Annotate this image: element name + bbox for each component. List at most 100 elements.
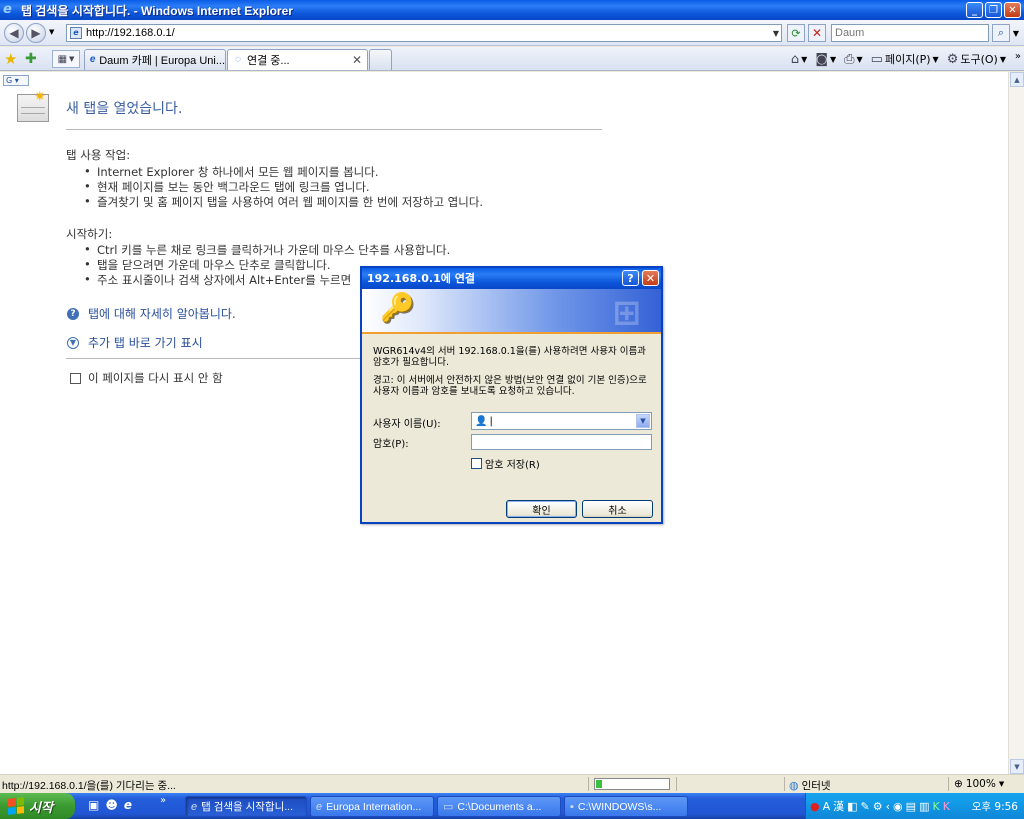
ie-icon: e: [191, 800, 198, 813]
messenger-icon[interactable]: ☻: [105, 798, 118, 812]
progress-bar: [594, 778, 670, 790]
tray-app-icon[interactable]: ⚙: [873, 800, 883, 813]
dialog-warning: 경고: 이 서버에서 안전하지 않은 방법(보안 연결 없이 기본 인증)으로 …: [373, 375, 647, 397]
refresh-button[interactable]: ⟳: [787, 24, 805, 42]
maximize-button[interactable]: ❐: [985, 2, 1002, 18]
username-field[interactable]: 👤 ▼: [471, 412, 652, 430]
google-toolbar-icon[interactable]: G ▾: [3, 75, 29, 86]
username-dropdown-icon[interactable]: ▼: [636, 414, 650, 428]
forward-button[interactable]: ▶: [26, 23, 46, 43]
tray-app-icon[interactable]: ◧: [847, 800, 857, 813]
ie-icon[interactable]: e: [124, 798, 132, 812]
address-dropdown-icon[interactable]: ▼: [770, 25, 782, 41]
zone-label: 인터넷: [801, 780, 831, 792]
input-mode-icon[interactable]: A: [823, 800, 831, 813]
tab-bar: ★ ✚ ▦ ▼ e Daum 카페 | Europa Uni... ◌ 연결 중.…: [0, 47, 1024, 71]
new-tab-icon: ✷: [17, 89, 49, 122]
dont-show-again-label: 이 페이지를 다시 표시 안 함: [88, 371, 223, 385]
tab-close-icon[interactable]: ✕: [352, 53, 362, 67]
security-zone[interactable]: ◍ 인터넷: [789, 778, 831, 793]
ie-page-icon: e: [89, 54, 96, 65]
username-input[interactable]: [489, 415, 636, 427]
scroll-down-icon[interactable]: ▼: [1010, 759, 1024, 774]
progress-fill: [596, 780, 602, 788]
window-titlebar[interactable]: e 탭 검색을 시작합니다. - Windows Internet Explor…: [0, 0, 1024, 20]
expand-icon: ▼: [67, 336, 79, 349]
search-input[interactable]: [832, 25, 988, 41]
hanja-icon[interactable]: 漢: [833, 798, 844, 814]
show-shortcuts-link[interactable]: ▼ 추가 탭 바로 가기 표시: [67, 334, 203, 351]
dialog-close-button[interactable]: ✕: [642, 270, 659, 286]
rss-icon: ◙: [815, 51, 828, 67]
address-input[interactable]: [86, 27, 781, 39]
tab-daum-cafe[interactable]: e Daum 카페 | Europa Uni...: [84, 49, 226, 70]
tab-connecting[interactable]: ◌ 연결 중... ✕: [227, 49, 368, 70]
clock: 오후 9:56: [971, 801, 1018, 813]
page-heading: 새 탭을 열었습니다.: [66, 101, 183, 117]
ime-icon[interactable]: ●: [810, 800, 820, 813]
ok-button[interactable]: 확인: [506, 500, 577, 518]
tray-app-icon[interactable]: ▥: [919, 800, 929, 813]
back-button[interactable]: ◀: [4, 23, 24, 43]
vertical-scrollbar[interactable]: ▲ ▼: [1008, 72, 1024, 774]
tools-menu-label: 도구(O): [960, 53, 998, 66]
password-input[interactable]: [472, 435, 651, 449]
new-tab-button[interactable]: [369, 49, 392, 70]
tray-app-icon[interactable]: ▤: [906, 800, 916, 813]
zoom-icon: ⊕: [954, 778, 963, 790]
taskbar-item[interactable]: e탭 검색을 시작합니...: [185, 796, 307, 817]
page-icon: e: [70, 27, 82, 39]
show-shortcuts-label: 추가 탭 바로 가기 표시: [88, 336, 203, 350]
username-label: 사용자 이름(U):: [373, 419, 441, 430]
list-item: Internet Explorer 창 하나에서 모든 웹 페이지를 봅니다.: [84, 164, 378, 180]
favorites-star-icon[interactable]: ★: [4, 51, 17, 67]
login-dialog: 192.168.0.1에 연결 ? ✕ 🔑 ⊞ WGR614v4의 서버 192…: [360, 266, 663, 524]
print-button[interactable]: ⎙ ▼: [844, 52, 863, 67]
tray-app-icon[interactable]: K: [943, 800, 950, 813]
grid-icon: ▦: [57, 53, 68, 65]
search-box[interactable]: [831, 24, 989, 42]
history-dropdown-icon[interactable]: ▼: [49, 28, 54, 36]
dont-show-again-option[interactable]: 이 페이지를 다시 표시 안 함: [70, 370, 223, 386]
cancel-button[interactable]: 취소: [582, 500, 653, 518]
taskbar-item[interactable]: e Europa Internation...: [310, 796, 434, 817]
tray-app-icon[interactable]: K: [932, 800, 939, 813]
task-label: C:\WINDOWS\s...: [577, 800, 662, 813]
close-button[interactable]: ✕: [1004, 2, 1021, 18]
password-field[interactable]: [471, 434, 652, 450]
address-bar[interactable]: e: [66, 24, 782, 42]
dont-show-again-checkbox[interactable]: [70, 372, 81, 384]
tab-label: 연결 중...: [247, 55, 290, 67]
zoom-control[interactable]: ⊕ 100% ▼: [954, 778, 1004, 790]
learn-more-link[interactable]: ? 탭에 대해 자세히 알아봅니다.: [67, 305, 236, 322]
taskbar-item[interactable]: ▭ C:\Documents a...: [437, 796, 561, 817]
network-icon[interactable]: ◉: [893, 800, 903, 813]
system-tray: ● A 漢 ◧ ✎ ⚙ ‹ ◉ ▤ ▥ K K 오후 9:56: [805, 793, 1024, 819]
tray-app-icon[interactable]: ✎: [861, 800, 870, 813]
start-button[interactable]: 시작: [0, 793, 75, 819]
divider: [66, 358, 361, 359]
search-icon[interactable]: ⌕: [992, 24, 1010, 42]
tray-expand-icon[interactable]: ‹: [886, 800, 890, 813]
page-menu[interactable]: ▭ 페이지(P) ▼: [871, 51, 939, 67]
task-label: C:\Documents a...: [457, 800, 542, 813]
search-options-dropdown-icon[interactable]: ▼: [1011, 25, 1021, 41]
desktop-icon[interactable]: ▣: [88, 798, 99, 812]
dialog-help-button[interactable]: ?: [622, 270, 639, 286]
stop-button[interactable]: ✕: [808, 24, 826, 42]
scroll-up-icon[interactable]: ▲: [1010, 72, 1024, 87]
tab-label: Daum 카페 | Europa Uni...: [99, 55, 225, 67]
minimize-button[interactable]: _: [966, 2, 983, 18]
remember-password-option[interactable]: 암호 저장(R): [471, 456, 540, 471]
remember-password-checkbox[interactable]: [471, 458, 482, 469]
dialog-title[interactable]: 192.168.0.1에 연결: [362, 268, 661, 289]
feeds-button[interactable]: ◙ ▼: [815, 52, 836, 67]
home-button[interactable]: ⌂ ▼: [791, 52, 807, 67]
quick-launch-more-icon[interactable]: »: [160, 795, 166, 806]
task-label: 탭 검색을 시작합니...: [201, 801, 293, 813]
more-commands-icon[interactable]: »: [1015, 51, 1021, 62]
taskbar-item[interactable]: ▪ C:\WINDOWS\s...: [564, 796, 688, 817]
tools-menu[interactable]: ⚙ 도구(O) ▼: [947, 51, 1006, 67]
quick-tabs-button[interactable]: ▦ ▼: [52, 50, 80, 68]
add-favorites-icon[interactable]: ✚: [25, 51, 37, 67]
